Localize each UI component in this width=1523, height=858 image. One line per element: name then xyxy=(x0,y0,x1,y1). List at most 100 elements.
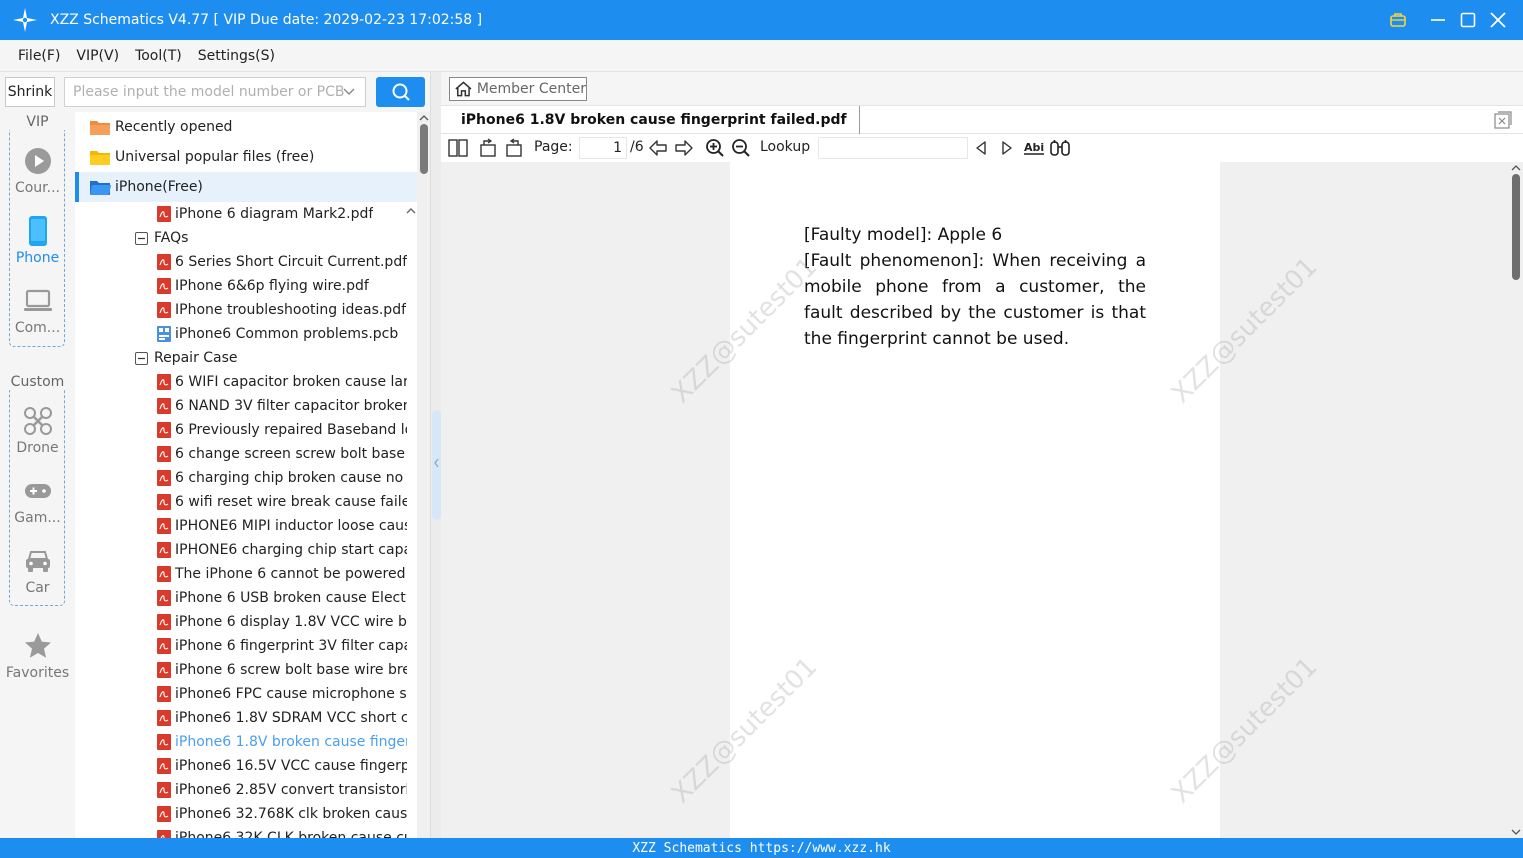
tree-file[interactable]: 6 WIFI capacitor broken cause larg xyxy=(157,370,407,394)
tree-group-faqs[interactable]: FAQs xyxy=(135,226,405,250)
vip-bag-icon[interactable] xyxy=(1383,5,1413,35)
category-label: Car xyxy=(25,580,50,596)
tree-scrollbar[interactable] xyxy=(417,112,430,838)
pdf-file-icon xyxy=(157,422,175,438)
search-button[interactable] xyxy=(376,77,425,107)
category-courses[interactable]: Cour... xyxy=(0,142,75,208)
collapse-up-chevron-icon[interactable] xyxy=(405,206,417,216)
tree-file[interactable]: iPhone 6 diagram Mark2.pdf xyxy=(157,202,407,226)
scroll-up-arrow-icon[interactable] xyxy=(419,114,429,122)
tree-file[interactable]: IPHONE6 MIPI inductor loose caus xyxy=(157,514,407,538)
collapse-minus-icon xyxy=(135,351,154,365)
tree-file[interactable]: 6 Previously repaired Baseband loc xyxy=(157,418,407,442)
menu-settings[interactable]: Settings(S) xyxy=(198,48,275,64)
tree-item-label: iPhone6 2.85V convert transistorbr xyxy=(175,782,407,798)
tree-file[interactable]: iPhone6 1.8V SDRAM VCC short cir xyxy=(157,706,407,730)
category-phone[interactable]: Phone xyxy=(0,212,75,278)
document-tab-bar: iPhone6 1.8V broken cause fingerprint fa… xyxy=(441,106,1523,134)
rotate-left-icon[interactable] xyxy=(477,137,499,159)
category-gaming[interactable]: Gam... xyxy=(0,472,75,538)
tree-item-label: iPhone6 32K CLK broken cause cu xyxy=(175,830,407,838)
pdf-file-icon xyxy=(157,542,175,558)
binoculars-icon[interactable] xyxy=(1049,137,1071,159)
menu-tool[interactable]: Tool(T) xyxy=(135,48,182,64)
tree-item-label: 6 NAND 3V filter capacitor broken xyxy=(175,398,407,414)
tree-file[interactable]: IPhone troubleshooting ideas.pdf xyxy=(157,298,407,322)
tree-file[interactable]: IPhone 6&6p flying wire.pdf xyxy=(157,274,407,298)
next-page-arrow-icon[interactable] xyxy=(673,137,695,159)
viewer-scrollbar-thumb[interactable] xyxy=(1512,174,1520,280)
scroll-up-arrow-icon[interactable] xyxy=(1511,164,1521,172)
menu-vip[interactable]: VIP(V) xyxy=(76,48,119,64)
tree-file[interactable]: The iPhone 6 cannot be powered o xyxy=(157,562,407,586)
gamepad-icon xyxy=(23,476,53,506)
status-bar: XZZ Schematics https://www.xzz.hk xyxy=(0,838,1523,858)
scroll-down-arrow-icon[interactable] xyxy=(1511,828,1521,836)
custom-group-label: Custom xyxy=(8,374,67,390)
tree-scrollbar-thumb[interactable] xyxy=(420,124,428,174)
tree-file[interactable]: IPHONE6 charging chip start capac xyxy=(157,538,407,562)
viewer-scrollbar[interactable] xyxy=(1509,162,1523,838)
tree-file[interactable]: iPhone6 16.5V VCC cause fingerpri xyxy=(157,754,407,778)
member-center-button[interactable]: Member Center xyxy=(449,77,587,101)
page-number-input[interactable]: 1 xyxy=(579,137,627,159)
pane-splitter[interactable] xyxy=(430,72,441,838)
pdf-line-faulty-model: [Faulty model]: Apple 6 xyxy=(804,225,1003,245)
tree-file[interactable]: iPhone 6 display 1.8V VCC wire bre xyxy=(157,610,407,634)
chevron-left-icon xyxy=(434,458,439,468)
zoom-in-icon[interactable] xyxy=(704,137,726,159)
category-car[interactable]: Car xyxy=(0,542,75,608)
tree-file[interactable]: 6 wifi reset wire break cause failec xyxy=(157,490,407,514)
minimize-button[interactable] xyxy=(1423,5,1453,35)
star-icon xyxy=(23,631,53,661)
find-previous-icon[interactable] xyxy=(970,137,992,159)
dual-page-icon[interactable] xyxy=(447,137,469,159)
maximize-button[interactable] xyxy=(1453,5,1483,35)
tree-file[interactable]: 6 Series Short Circuit Current.pdf xyxy=(157,250,407,274)
previous-page-arrow-icon[interactable] xyxy=(647,137,669,159)
tree-file[interactable]: 6 NAND 3V filter capacitor broken xyxy=(157,394,407,418)
tree-group-repair-case[interactable]: Repair Case xyxy=(135,346,405,370)
menu-file[interactable]: File(F) xyxy=(18,48,60,64)
category-column: VIP Cour... Phone Com... Custom Drone Ga… xyxy=(0,112,75,838)
rotate-right-icon[interactable] xyxy=(503,137,525,159)
match-text-icon[interactable]: Abi xyxy=(1023,137,1045,159)
category-drone[interactable]: Drone xyxy=(0,402,75,468)
orange-folder-icon xyxy=(90,121,110,135)
tree-item-label: iPhone6 32.768K clk broken cause xyxy=(175,806,407,822)
tree-item-label: iPhone6 16.5V VCC cause fingerpri xyxy=(175,758,407,774)
category-computer[interactable]: Com... xyxy=(0,282,75,348)
tree-file[interactable]: iPhone6 FPC cause microphone sc xyxy=(157,682,407,706)
pdf-file-icon xyxy=(157,662,175,678)
tree-file[interactable]: iPhone6 2.85V convert transistorbr xyxy=(157,778,407,802)
tree-file[interactable]: iPhone 6 screw bolt base wire brea xyxy=(157,658,407,682)
folder-iphone-free[interactable]: iPhone(Free) xyxy=(75,172,417,202)
folder-recently-opened[interactable]: Recently opened xyxy=(75,112,417,142)
lookup-input[interactable] xyxy=(818,137,968,159)
tree-file[interactable]: iPhone 6 USB broken cause Electri xyxy=(157,586,407,610)
search-input[interactable]: Please input the model number or PCB xyxy=(64,77,366,107)
blue-folder-icon xyxy=(90,181,111,195)
pdf-file-icon xyxy=(157,614,175,630)
find-next-icon[interactable] xyxy=(996,137,1018,159)
chevron-down-icon[interactable] xyxy=(341,84,357,100)
document-tab[interactable]: iPhone6 1.8V broken cause fingerprint fa… xyxy=(449,106,860,134)
tree-file[interactable]: 6 charging chip broken cause no c xyxy=(157,466,407,490)
close-button[interactable] xyxy=(1483,5,1513,35)
vip-group-label: VIP xyxy=(24,114,51,130)
tree-file[interactable]: 6 change screen screw bolt base w xyxy=(157,442,407,466)
shrink-button[interactable]: Shrink xyxy=(5,77,55,107)
tree-file[interactable]: iPhone6 32K CLK broken cause cu xyxy=(157,826,407,838)
tree-item-label: iPhone 6 fingerprint 3V filter capac xyxy=(175,638,407,654)
tree-file-selected[interactable]: iPhone6 1.8V broken cause fingerp xyxy=(157,730,407,754)
zoom-out-icon[interactable] xyxy=(730,137,752,159)
tree-file[interactable]: iPhone6 32.768K clk broken cause xyxy=(157,802,407,826)
close-tabs-icon[interactable] xyxy=(1493,110,1513,130)
tree-file[interactable]: iPhone6 Common problems.pcb xyxy=(157,322,407,346)
folder-universal-popular[interactable]: Universal popular files (free) xyxy=(75,142,417,172)
tree-item-label: iPhone 6 display 1.8V VCC wire bre xyxy=(175,614,407,630)
pdf-viewer[interactable]: [Faulty model]: Apple 6 [Fault phenomeno… xyxy=(441,162,1509,838)
category-favorites[interactable]: Favorites xyxy=(0,627,75,693)
tree-item-label: iPhone6 1.8V broken cause fingerp xyxy=(175,734,407,750)
tree-file[interactable]: iPhone 6 fingerprint 3V filter capac xyxy=(157,634,407,658)
